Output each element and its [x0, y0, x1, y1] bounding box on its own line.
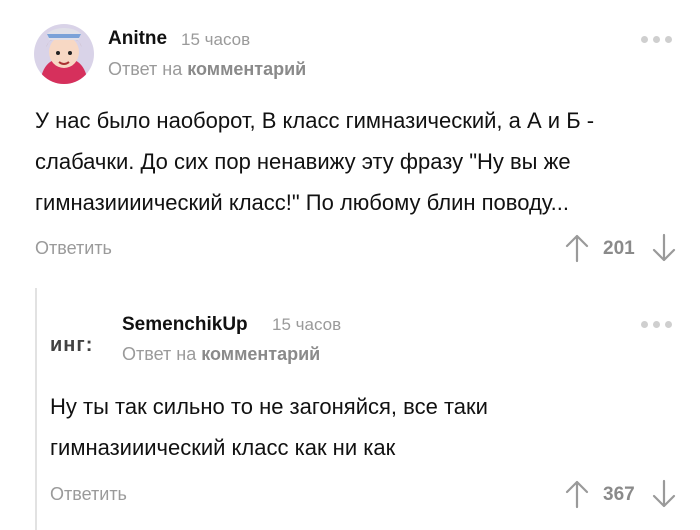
- comment-line: У нас было наоборот, В класс гимназическ…: [35, 108, 595, 133]
- comment-line: Ну ты так сильно то не загоняйся, все та…: [50, 394, 488, 419]
- avatar-anitne[interactable]: [34, 24, 94, 84]
- more-dots-icon[interactable]: [641, 321, 672, 328]
- comment-line: слабачки. До сих пор ненавижу эту фразу …: [35, 149, 571, 174]
- comment-line: гимназиииический класс!" По любому блин …: [35, 190, 569, 215]
- reply-to-prefix: Ответ на: [108, 59, 183, 79]
- score-value: 201: [603, 238, 635, 259]
- avatar-image: [34, 24, 94, 84]
- author-name[interactable]: SemenchikUp: [122, 314, 248, 336]
- comment-time: 15 часов: [181, 30, 251, 49]
- comment-body: Ну ты так сильно то не загоняйся, все та…: [50, 386, 680, 468]
- arrow-up-icon[interactable]: [564, 233, 590, 268]
- reply-to-prefix: Ответ на: [122, 344, 197, 364]
- score-value: 367: [603, 484, 635, 505]
- reply-to-label: Ответ на комментарий: [108, 59, 306, 80]
- reply-to-link[interactable]: комментарий: [187, 59, 306, 79]
- comment-body: У нас было наоборот, В класс гимназическ…: [35, 100, 685, 223]
- comment-line: гимназииический класс как ни как: [50, 435, 396, 460]
- avatar-text: инг:: [50, 334, 94, 356]
- reply-button[interactable]: Ответить: [35, 238, 112, 259]
- reply-button[interactable]: Ответить: [50, 484, 127, 505]
- thread-line: [35, 288, 37, 530]
- comment-time: 15 часов: [272, 315, 342, 334]
- arrow-up-icon[interactable]: [564, 479, 590, 514]
- reply-to-link[interactable]: комментарий: [201, 344, 320, 364]
- arrow-down-icon[interactable]: [651, 233, 677, 268]
- avatar-semenchikup[interactable]: инг:: [50, 325, 106, 365]
- reply-to-label: Ответ на комментарий: [122, 344, 320, 365]
- author-name[interactable]: Anitne: [108, 28, 167, 50]
- arrow-down-icon[interactable]: [651, 479, 677, 514]
- more-dots-icon[interactable]: [641, 36, 672, 43]
